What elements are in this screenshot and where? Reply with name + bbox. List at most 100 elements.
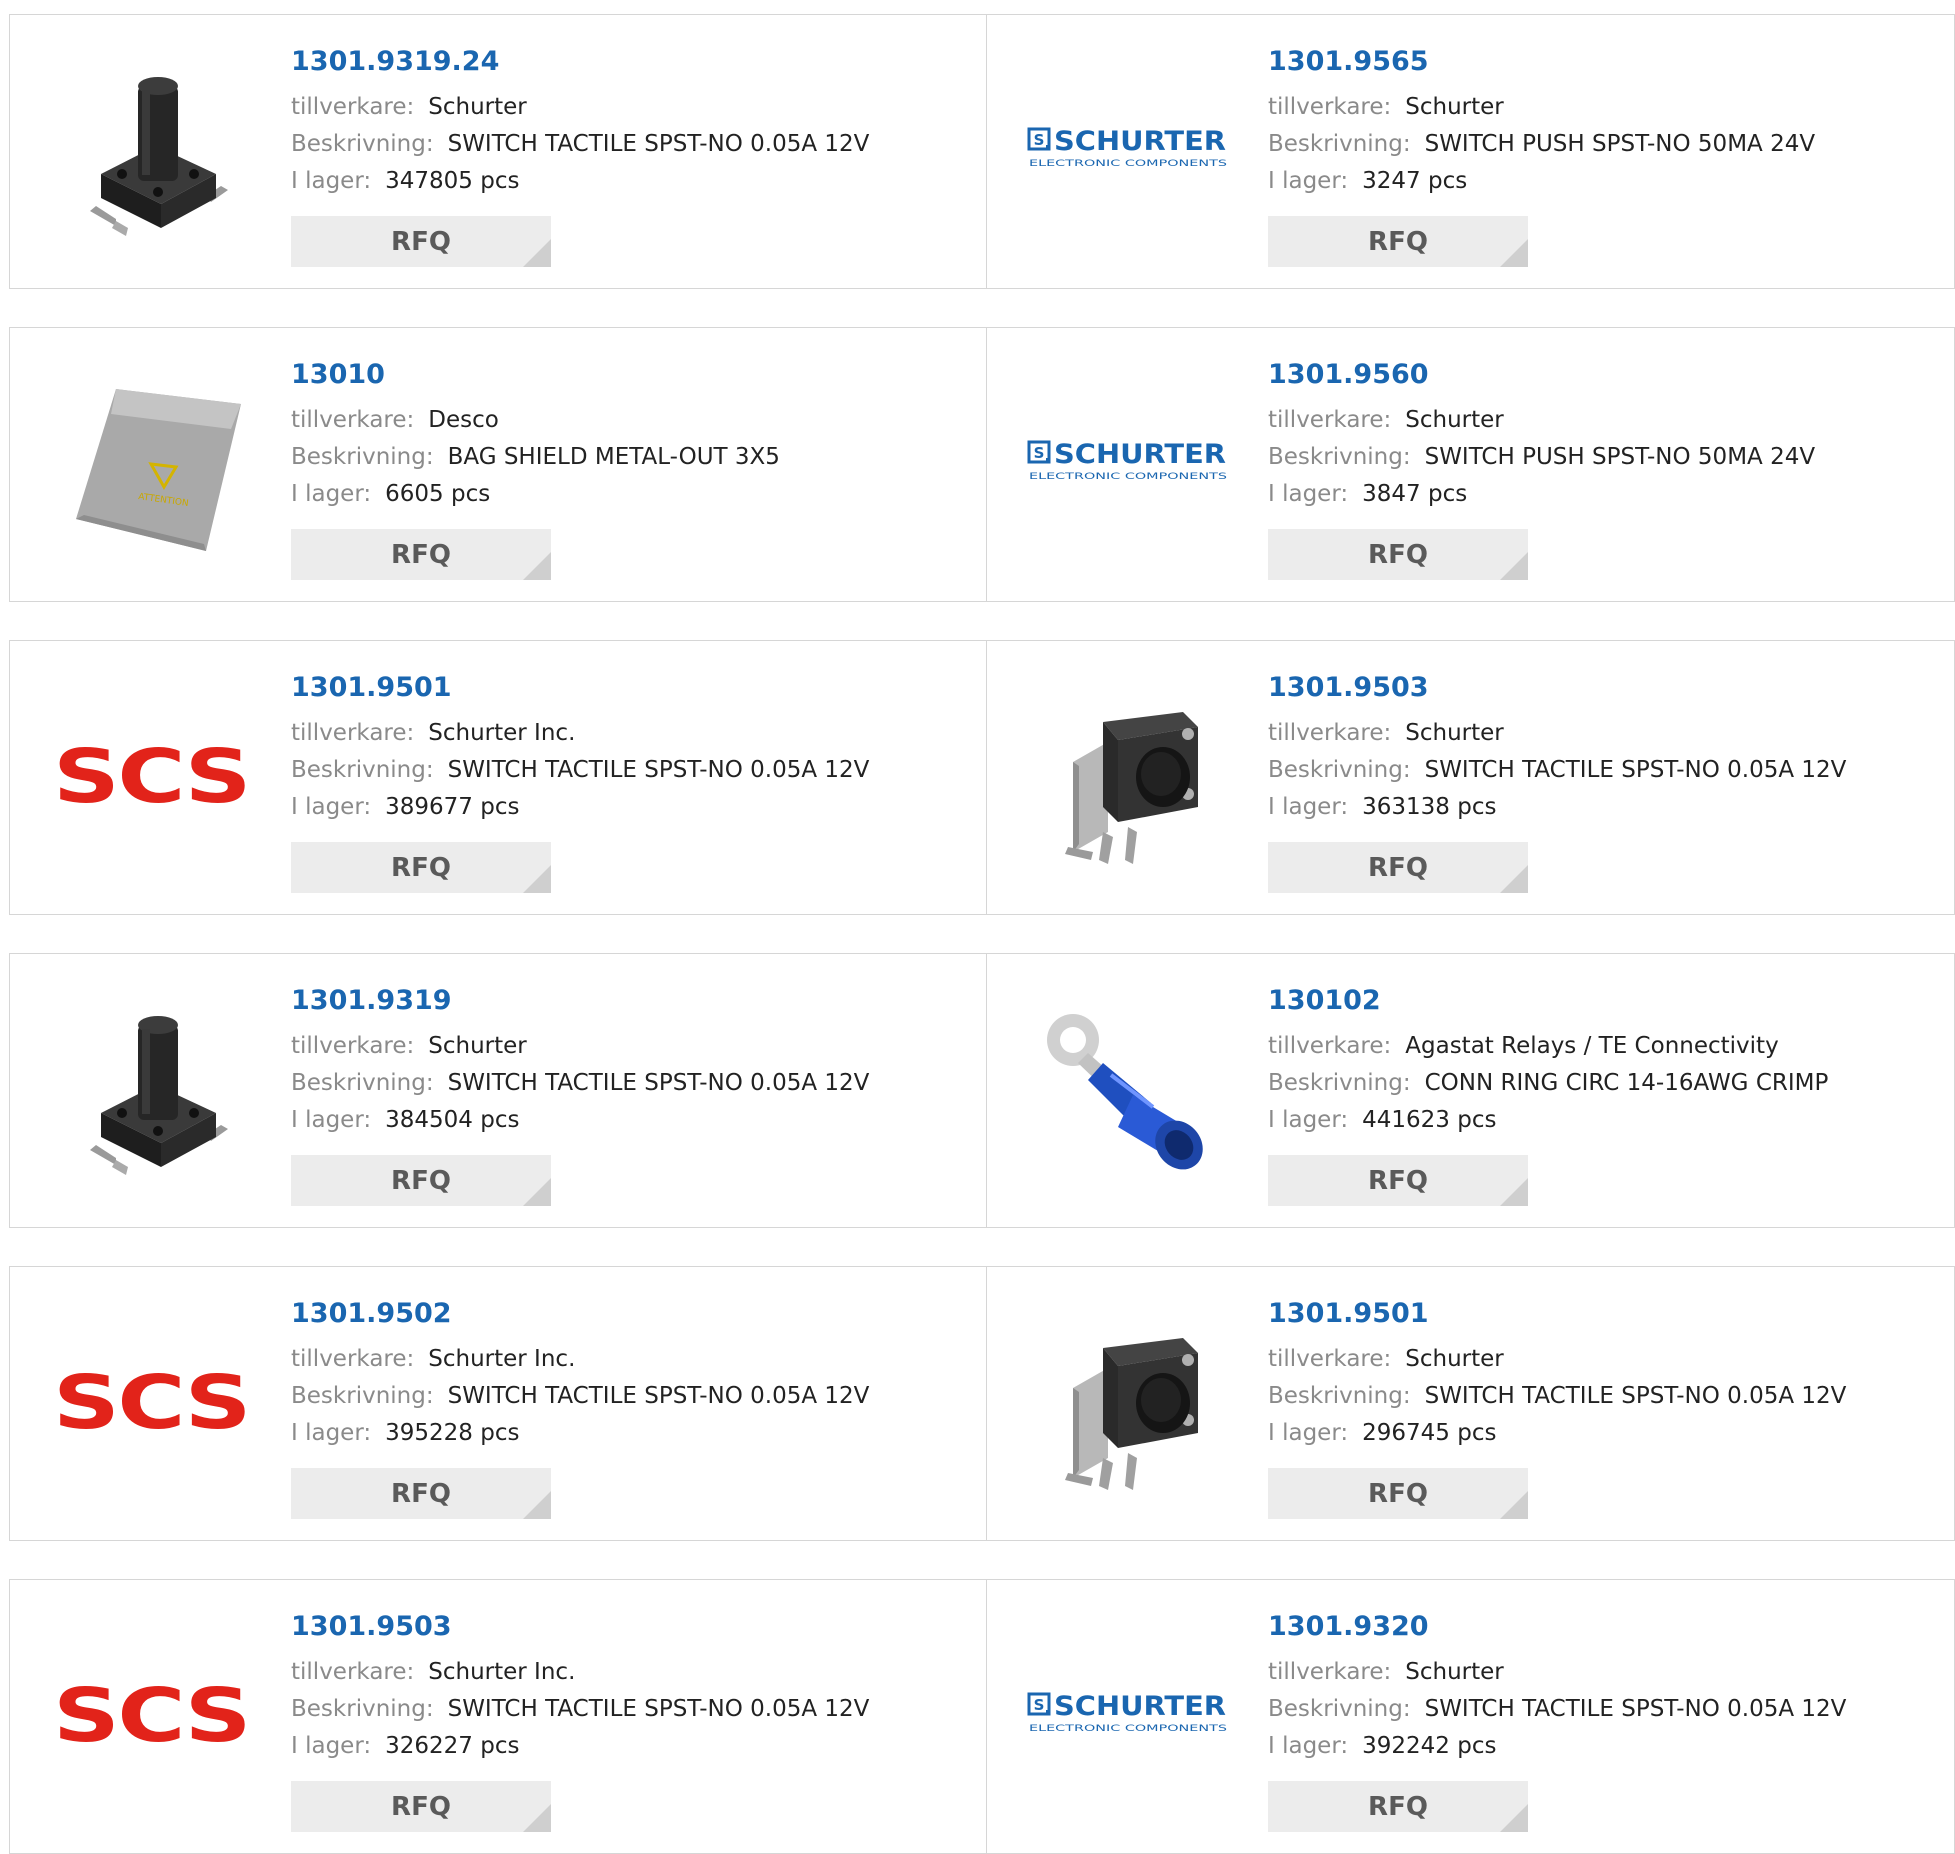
product-image[interactable]: S SCHURTER ELECTRONIC COMPONENTS — [1027, 1615, 1229, 1817]
scs-logo: SCS — [53, 1363, 251, 1443]
svg-text:SCHURTER: SCHURTER — [1054, 439, 1226, 470]
part-number-link[interactable]: 1301.9503 — [291, 1610, 976, 1644]
schurter-logo: S SCHURTER ELECTRONIC COMPONENTS — [1027, 439, 1227, 482]
stock-value: 363138 pcs — [1362, 794, 1497, 820]
description-label: Beskrivning: — [291, 1383, 434, 1409]
product-image[interactable] — [1027, 989, 1229, 1191]
rfq-label: RFQ — [391, 1165, 451, 1196]
description-value: CONN RING CIRC 14-16AWG CRIMP — [1424, 1070, 1829, 1096]
stock-line: I lager: 384504 pcs — [291, 1102, 976, 1139]
stock-value: 326227 pcs — [385, 1733, 520, 1759]
product-image[interactable]: SCS — [50, 676, 252, 878]
stock-line: I lager: 3247 pcs — [1268, 163, 1944, 200]
part-number-link[interactable]: 1301.9565 — [1268, 45, 1944, 79]
stock-value: 296745 pcs — [1362, 1420, 1497, 1446]
description-line: Beskrivning: SWITCH TACTILE SPST-NO 0.05A… — [291, 1691, 976, 1728]
stock-label: I lager: — [291, 1107, 372, 1133]
description-value: SWITCH TACTILE SPST-NO 0.05A 12V — [447, 1383, 870, 1409]
manufacturer-label: tillverkare: — [1268, 94, 1392, 120]
corner-fold-icon — [523, 1804, 551, 1832]
rfq-button[interactable]: RFQ — [1268, 1468, 1528, 1519]
stock-label: I lager: — [291, 794, 372, 820]
description-label: Beskrivning: — [291, 757, 434, 783]
product-info: 13010 tillverkare: Desco Beskrivning: BAG SH… — [291, 358, 976, 513]
rfq-button[interactable]: RFQ — [1268, 1155, 1528, 1206]
description-line: Beskrivning: SWITCH PUSH SPST-NO 50MA 24V — [1268, 126, 1944, 163]
svg-text:S: S — [1034, 131, 1045, 149]
manufacturer-value: Desco — [428, 407, 499, 433]
stock-value: 441623 pcs — [1362, 1107, 1497, 1133]
product-info: 1301.9565 tillverkare: Schurter Beskrivning… — [1268, 45, 1944, 200]
product-row: ATTENTION 13010 tillverkare: Desco Beskrivn… — [9, 327, 1955, 602]
product-image[interactable] — [50, 989, 252, 1191]
manufacturer-value: Schurter Inc. — [428, 720, 576, 746]
rfq-button[interactable]: RFQ — [291, 842, 551, 893]
rfq-button[interactable]: RFQ — [1268, 842, 1528, 893]
corner-fold-icon — [1500, 1178, 1528, 1206]
product-card: 1301.9503 tillverkare: Schurter Beskrivning… — [987, 641, 1954, 914]
description-value: BAG SHIELD METAL-OUT 3X5 — [447, 444, 780, 470]
product-image[interactable]: SCS — [50, 1615, 252, 1817]
manufacturer-line: tillverkare: Schurter Inc. — [291, 1341, 976, 1378]
part-number-link[interactable]: 1301.9501 — [291, 671, 976, 705]
stock-label: I lager: — [1268, 1733, 1349, 1759]
part-number-link[interactable]: 1301.9319 — [291, 984, 976, 1018]
svg-text:S: S — [1034, 1696, 1045, 1714]
description-label: Beskrivning: — [291, 1070, 434, 1096]
product-card: ATTENTION 13010 tillverkare: Desco Beskrivn… — [10, 328, 987, 601]
manufacturer-label: tillverkare: — [291, 94, 415, 120]
product-row: SCS 1301.9501 tillverkare: Schurter Inc. Be… — [9, 640, 1955, 915]
manufacturer-line: tillverkare: Schurter — [1268, 89, 1944, 126]
description-label: Beskrivning: — [291, 444, 434, 470]
rfq-label: RFQ — [1368, 1791, 1428, 1822]
part-number-link[interactable]: 1301.9560 — [1268, 358, 1944, 392]
rfq-button[interactable]: RFQ — [1268, 529, 1528, 580]
rfq-button[interactable]: RFQ — [291, 216, 551, 267]
schurter-logo: S SCHURTER ELECTRONIC COMPONENTS — [1027, 126, 1227, 169]
part-number-link[interactable]: 1301.9320 — [1268, 1610, 1944, 1644]
part-number-link[interactable]: 13010 — [291, 358, 976, 392]
product-info: 1301.9503 tillverkare: Schurter Beskrivning… — [1268, 671, 1944, 826]
description-value: SWITCH PUSH SPST-NO 50MA 24V — [1424, 131, 1816, 157]
description-value: SWITCH TACTILE SPST-NO 0.05A 12V — [447, 1070, 870, 1096]
part-number-link[interactable]: 1301.9503 — [1268, 671, 1944, 705]
svg-text:ELECTRONIC COMPONENTS: ELECTRONIC COMPONENTS — [1029, 1724, 1227, 1734]
description-value: SWITCH TACTILE SPST-NO 0.05A 12V — [447, 1696, 870, 1722]
product-card: S SCHURTER ELECTRONIC COMPONENTS 1301.95… — [987, 328, 1954, 601]
scs-logo: SCS — [53, 1676, 251, 1756]
product-row: 1301.9319.24 tillverkare: Schurter Beskrivn… — [9, 14, 1955, 289]
part-number-link[interactable]: 1301.9502 — [291, 1297, 976, 1331]
product-row: SCS 1301.9502 tillverkare: Schurter Inc. Be… — [9, 1266, 1955, 1541]
rfq-label: RFQ — [391, 1791, 451, 1822]
stock-line: I lager: 395228 pcs — [291, 1415, 976, 1452]
manufacturer-label: tillverkare: — [1268, 720, 1392, 746]
stock-label: I lager: — [1268, 794, 1349, 820]
product-info: 1301.9501 tillverkare: Schurter Beskrivning… — [1268, 1297, 1944, 1452]
corner-fold-icon — [523, 1491, 551, 1519]
product-image[interactable] — [50, 50, 252, 252]
product-image[interactable]: SCS — [50, 1302, 252, 1504]
part-number-link[interactable]: 1301.9501 — [1268, 1297, 1944, 1331]
rfq-button[interactable]: RFQ — [291, 1781, 551, 1832]
product-image[interactable] — [1027, 676, 1229, 878]
rfq-button[interactable]: RFQ — [291, 1468, 551, 1519]
rfq-button[interactable]: RFQ — [291, 1155, 551, 1206]
stock-line: I lager: 363138 pcs — [1268, 789, 1944, 826]
stock-value: 384504 pcs — [385, 1107, 520, 1133]
product-info: 1301.9501 tillverkare: Schurter Inc. Beskri… — [291, 671, 976, 826]
stock-label: I lager: — [291, 1420, 372, 1446]
product-image[interactable]: S SCHURTER ELECTRONIC COMPONENTS — [1027, 50, 1229, 252]
rfq-button[interactable]: RFQ — [1268, 1781, 1528, 1832]
manufacturer-value: Schurter — [1405, 407, 1504, 433]
rfq-button[interactable]: RFQ — [1268, 216, 1528, 267]
part-number-link[interactable]: 130102 — [1268, 984, 1944, 1018]
product-image[interactable]: ATTENTION — [50, 363, 252, 565]
part-number-link[interactable]: 1301.9319.24 — [291, 45, 976, 79]
manufacturer-label: tillverkare: — [1268, 1659, 1392, 1685]
manufacturer-line: tillverkare: Agastat Relays / TE Connecti… — [1268, 1028, 1944, 1065]
product-image[interactable] — [1027, 1302, 1229, 1504]
stock-line: I lager: 326227 pcs — [291, 1728, 976, 1765]
product-image[interactable]: S SCHURTER ELECTRONIC COMPONENTS — [1027, 363, 1229, 565]
product-card: 1301.9501 tillverkare: Schurter Beskrivning… — [987, 1267, 1954, 1540]
rfq-button[interactable]: RFQ — [291, 529, 551, 580]
